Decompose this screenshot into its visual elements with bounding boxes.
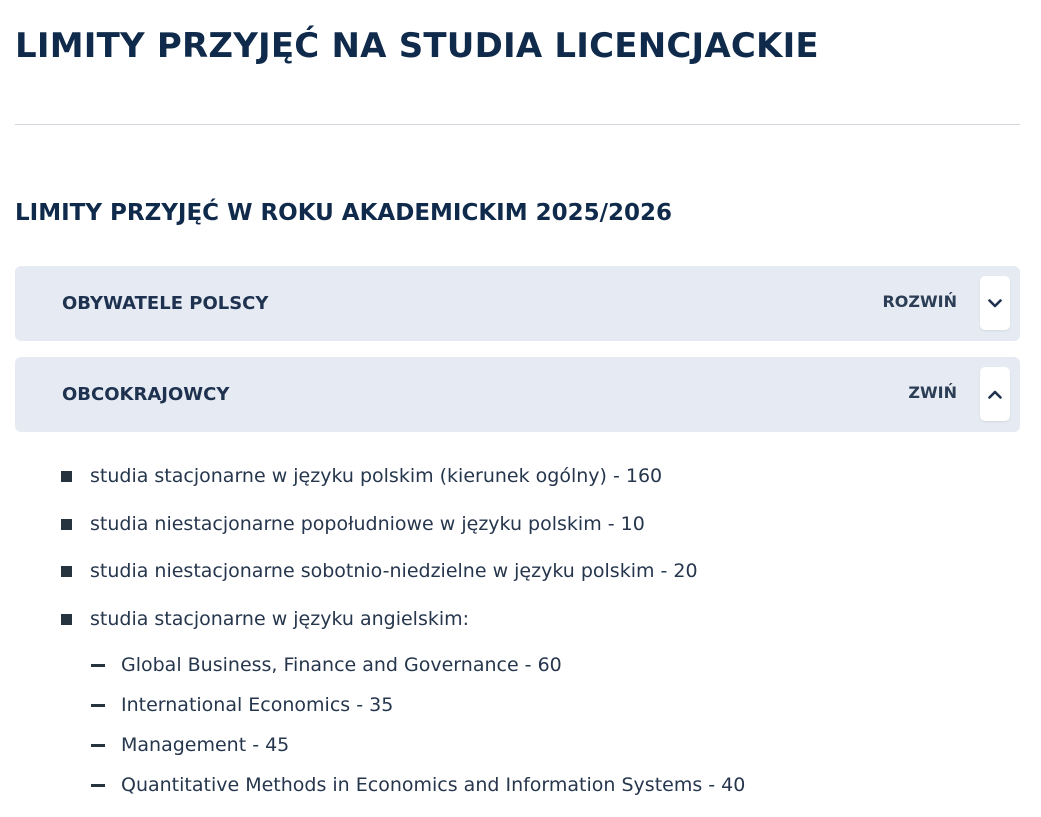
- list-item-text: studia stacjonarne w języku angielskim:: [90, 608, 470, 630]
- dash-bullet-icon: [91, 743, 105, 747]
- collapse-label[interactable]: ZWIŃ: [908, 357, 957, 429]
- sub-list-item: Management - 45: [91, 732, 289, 758]
- list-item-text: studia stacjonarne w języku polskim (kie…: [90, 465, 663, 487]
- square-bullet-icon: [61, 613, 72, 625]
- list-item: studia niestacjonarne popołudniowe w jęz…: [61, 511, 645, 537]
- list-item-text: studia niestacjonarne popołudniowe w jęz…: [90, 513, 645, 535]
- sub-list-item: Quantitative Methods in Economics and In…: [91, 772, 745, 798]
- expand-button[interactable]: [980, 276, 1010, 330]
- page-title: LIMITY PRZYJĘĆ NA STUDIA LICENCJACKIE: [15, 26, 819, 66]
- sub-list-item-text: Quantitative Methods in Economics and In…: [121, 774, 746, 796]
- list-item-text: studia niestacjonarne sobotnio-niedzieln…: [90, 560, 698, 582]
- chevron-down-icon: [988, 298, 1002, 307]
- sub-list-item: International Economics - 35: [91, 692, 393, 718]
- accordion-title: OBYWATELE POLSCY: [62, 293, 269, 314]
- accordion-obcokrajowcy[interactable]: OBCOKRAJOWCY ZWIŃ: [15, 357, 1020, 432]
- accordion-obywatele-polscy[interactable]: OBYWATELE POLSCY ROZWIŃ: [15, 266, 1020, 341]
- square-bullet-icon: [61, 518, 72, 530]
- sub-list-item-text: International Economics - 35: [121, 694, 394, 716]
- square-bullet-icon: [61, 470, 72, 482]
- accordion-title: OBCOKRAJOWCY: [62, 384, 230, 405]
- square-bullet-icon: [61, 565, 72, 577]
- list-item: studia niestacjonarne sobotnio-niedzieln…: [61, 558, 698, 584]
- list-item: studia stacjonarne w języku polskim (kie…: [61, 463, 662, 489]
- sub-list-item: Global Business, Finance and Governance …: [91, 652, 562, 678]
- chevron-up-icon: [988, 390, 1002, 399]
- section-heading: LIMITY PRZYJĘĆ W ROKU AKADEMICKIM 2025/2…: [15, 200, 673, 226]
- expand-label[interactable]: ROZWIŃ: [882, 266, 957, 338]
- list-item: studia stacjonarne w języku angielskim:: [61, 606, 469, 632]
- dash-bullet-icon: [91, 783, 105, 787]
- divider: [15, 124, 1020, 125]
- dash-bullet-icon: [91, 703, 105, 707]
- sub-list-item-text: Management - 45: [121, 734, 290, 756]
- sub-list-item-text: Global Business, Finance and Governance …: [121, 654, 562, 676]
- collapse-button[interactable]: [980, 367, 1010, 421]
- dash-bullet-icon: [91, 663, 105, 667]
